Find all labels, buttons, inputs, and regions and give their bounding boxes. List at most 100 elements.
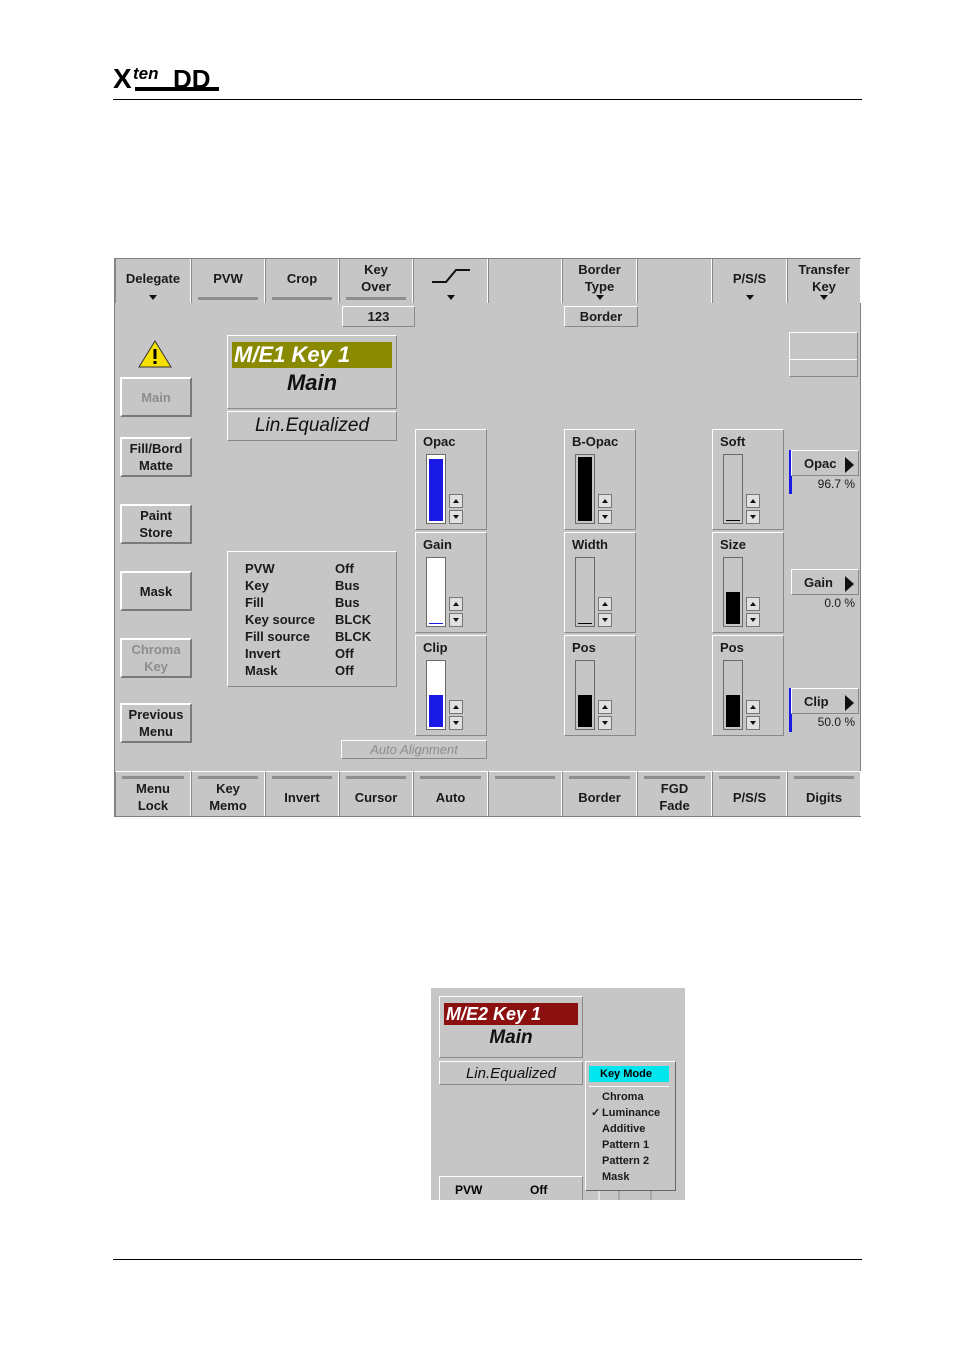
top-button-delegate[interactable]: Delegate [115, 259, 191, 303]
slider-track[interactable] [426, 454, 446, 524]
top-button-label: P/S/S [732, 270, 767, 286]
top-button-p-s-s[interactable]: P/S/S [712, 259, 787, 303]
side-button-main[interactable]: Main [120, 377, 192, 417]
menu-item-pattern-2[interactable]: Pattern 2 [586, 1153, 660, 1169]
arrow-up-icon [602, 602, 608, 606]
side-button-paint-store[interactable]: Paint Store [120, 504, 192, 544]
side-button-fill-bord-matte[interactable]: Fill/Bord Matte [120, 437, 192, 477]
top-button-crop[interactable]: Crop [265, 259, 339, 303]
increment-button[interactable] [598, 700, 612, 714]
status-row: Mask Off [228, 662, 396, 679]
menu-item-chroma[interactable]: Chroma [586, 1089, 660, 1105]
bottom-button-empty[interactable] [488, 771, 562, 816]
slider-track[interactable] [426, 557, 446, 627]
top-button-transfer-key[interactable]: Transfer Key [787, 259, 861, 303]
slider-track[interactable] [575, 660, 595, 730]
increment-button[interactable] [598, 597, 612, 611]
top-button-key-over[interactable]: Key Over [339, 259, 413, 303]
slider-fill [726, 520, 740, 521]
status-value: BLCK [335, 612, 372, 627]
border-type-value[interactable]: Border [564, 306, 638, 327]
key-mode-select[interactable]: Lin.Equalized [439, 1061, 583, 1085]
decrement-button[interactable] [449, 716, 463, 730]
status-row: PVW Off [228, 560, 396, 577]
value-button-clip[interactable]: Clip 50.0 % [789, 688, 859, 732]
status-row: Fill Bus [228, 594, 396, 611]
top-button-border-type[interactable]: Border Type [562, 259, 637, 303]
arrow-up-icon [453, 499, 459, 503]
increment-button[interactable] [746, 597, 760, 611]
value-readout: 0.0 % [824, 596, 855, 610]
status-key: Key [245, 578, 269, 593]
status-row: Key Bus [228, 577, 396, 594]
increment-button[interactable] [449, 494, 463, 508]
bottom-button-fgd-fade[interactable]: FGD Fade [637, 771, 712, 816]
menu-item-mask[interactable]: Mask [586, 1169, 660, 1185]
side-button-previous-menu[interactable]: Previous Menu [120, 703, 192, 743]
value-button-opac[interactable]: Opac 96.7 % [789, 450, 859, 494]
menu-item-additive[interactable]: Additive [586, 1121, 660, 1137]
status-value: Off [335, 646, 354, 661]
side-button-chroma-key[interactable]: Chroma Key [120, 638, 192, 678]
decrement-button[interactable] [746, 613, 760, 627]
status-value: Off [335, 561, 354, 576]
status-key: Fill [245, 595, 264, 610]
side-button-label: Previous Menu [128, 707, 184, 739]
bottom-button-cursor[interactable]: Cursor [339, 771, 413, 816]
menu-item-label: Pattern 2 [602, 1155, 650, 1167]
top-button-empty[interactable] [488, 259, 562, 303]
key-submenu: Main [489, 1027, 533, 1048]
increment-button[interactable] [449, 597, 463, 611]
key-title-box: M/E2 Key 1 Main [439, 996, 583, 1058]
xtendd-logo: X ten DD [113, 62, 223, 96]
bottom-button-key-memo[interactable]: Key Memo [191, 771, 265, 816]
slider-track[interactable] [723, 660, 743, 730]
bottom-button-auto[interactable]: Auto [413, 771, 488, 816]
bottom-button-p-s-s[interactable]: P/S/S [712, 771, 787, 816]
increment-button[interactable] [746, 700, 760, 714]
side-button-mask[interactable]: Mask [120, 571, 192, 611]
bottom-button-invert[interactable]: Invert [265, 771, 339, 816]
key-over-value[interactable]: 123 [342, 306, 415, 327]
slider-track[interactable] [426, 660, 446, 730]
arrow-down-icon [453, 618, 459, 622]
key-submenu: Main [286, 370, 338, 395]
slider-track[interactable] [575, 454, 595, 524]
value-button-label: Opac [804, 455, 837, 471]
bottom-button-label: Border [578, 789, 621, 805]
slider-track[interactable] [723, 557, 743, 627]
slider-border-pos: Pos [564, 635, 636, 736]
bottom-button-border[interactable]: Border [562, 771, 637, 816]
bottom-button-label: Key Memo [209, 781, 247, 813]
key-mode-select[interactable]: Lin.Equalized [227, 411, 397, 441]
increment-button[interactable] [598, 494, 612, 508]
slider-track[interactable] [723, 454, 743, 524]
decrement-button[interactable] [746, 510, 760, 524]
slider-opac: Opac [415, 429, 487, 530]
increment-button[interactable] [746, 494, 760, 508]
decrement-button[interactable] [598, 613, 612, 627]
decrement-button[interactable] [449, 510, 463, 524]
menu-item-pattern-1[interactable]: Pattern 1 [586, 1137, 660, 1153]
menu-item-label: Mask [602, 1171, 630, 1183]
bottom-button-digits[interactable]: Digits [787, 771, 861, 816]
key-name: M/E2 Key 1 [444, 1003, 578, 1025]
bottom-button-menu-lock[interactable]: Menu Lock [115, 771, 191, 816]
menu-item-luminance[interactable]: ✓ Luminance [586, 1105, 660, 1121]
decrement-button[interactable] [746, 716, 760, 730]
increment-button[interactable] [449, 700, 463, 714]
slider-track[interactable] [575, 557, 595, 627]
decrement-button[interactable] [449, 613, 463, 627]
slider-fill [726, 592, 740, 624]
top-button-pvw[interactable]: PVW [191, 259, 265, 303]
decrement-button[interactable] [598, 510, 612, 524]
status-value: BLCK [335, 629, 372, 644]
slider-size: Size [712, 532, 784, 633]
top-button-empty[interactable] [637, 259, 712, 303]
top-button-key-curve[interactable] [413, 259, 488, 303]
auto-alignment-button[interactable]: Auto Alignment [341, 740, 487, 759]
arrow-up-icon [453, 705, 459, 709]
value-button-gain[interactable]: Gain 0.0 % [789, 569, 859, 613]
decrement-button[interactable] [598, 716, 612, 730]
warning-icon [137, 339, 173, 374]
